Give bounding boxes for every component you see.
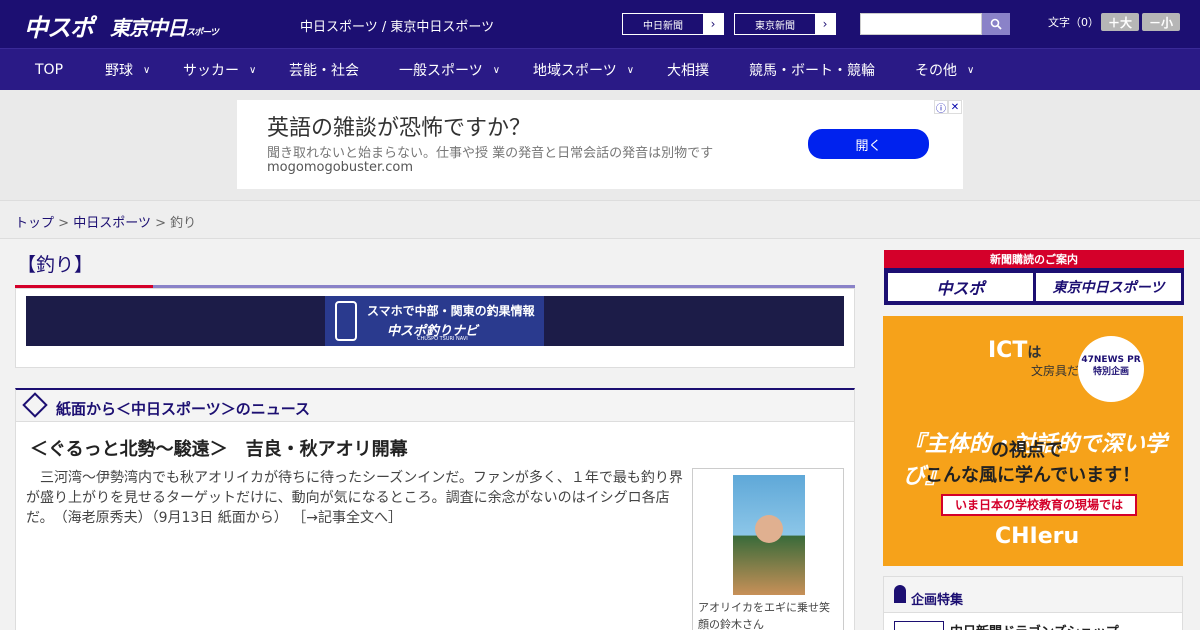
ad-choices[interactable]: ⓘ ✕ bbox=[934, 100, 962, 115]
nav-item-baseball[interactable]: 野球 ∨ bbox=[105, 49, 150, 91]
chevron-down-icon: ∨ bbox=[249, 64, 257, 76]
subscribe-chuspo-button[interactable]: 中スポ bbox=[888, 273, 1033, 301]
feature-thumbnail[interactable] bbox=[894, 621, 944, 630]
chevron-down-icon: ∨ bbox=[492, 64, 501, 76]
nav-item-entertainment[interactable]: 芸能・社会 bbox=[289, 49, 359, 91]
pr-ad-banner[interactable]: ICTは 文房具だ！ 47NEWS PR 特別企画 『主体的・対話的で深い学び』… bbox=[883, 316, 1183, 566]
font-size-increase-button[interactable]: ＋大 bbox=[1101, 13, 1139, 31]
person-figure bbox=[755, 515, 783, 543]
breadcrumb-chunichi-sports[interactable]: 中日スポーツ bbox=[73, 216, 151, 231]
ad-headline[interactable]: 英語の雑談が恐怖ですか？ bbox=[267, 110, 531, 142]
font-size-decrease-button[interactable]: －小 bbox=[1142, 13, 1180, 31]
info-icon[interactable]: ⓘ bbox=[934, 100, 948, 115]
search-icon bbox=[990, 18, 1002, 30]
ribbon-icon bbox=[894, 585, 906, 603]
nav-item-other[interactable]: その他 ∨ bbox=[915, 49, 974, 91]
banner-container: スマホで中部・関東の釣果情報 中スポ釣りナビ CHUSPO TSURI NAVI bbox=[15, 288, 855, 368]
search-input[interactable] bbox=[860, 13, 982, 35]
tokyo-shimbun-link[interactable]: 東京新聞 › bbox=[734, 13, 836, 35]
search-button[interactable] bbox=[982, 13, 1010, 35]
pr-ict-small: は bbox=[1027, 345, 1042, 361]
nav-item-general-sports[interactable]: 一般スポーツ ∨ bbox=[399, 49, 500, 91]
chevron-right-icon: › bbox=[703, 14, 723, 34]
breadcrumb-current: 釣り bbox=[170, 216, 197, 231]
nav-label: 地域スポーツ bbox=[533, 63, 617, 79]
tokyo-chunichi-logo[interactable]: 東京中日スポーツ bbox=[110, 12, 219, 41]
logo-tokyo-small: スポーツ bbox=[186, 28, 219, 38]
article-body: 三河湾～伊勢湾内でも秋アオリイカが待ちに待ったシーズンインだ。ファンが多く、１年… bbox=[26, 468, 686, 528]
feature-header: 企画特集 bbox=[884, 577, 1182, 613]
chevron-right-icon: › bbox=[815, 14, 835, 34]
chevron-down-icon: ∨ bbox=[967, 64, 975, 76]
pr-line2: の視点で bbox=[991, 440, 1063, 461]
feature-item-link[interactable]: 中日新聞ドラゴンズショップ bbox=[950, 621, 1119, 630]
news-section: 紙面から＜中日スポーツ＞のニュース ＜ぐるっと北勢～駿遠＞ 吉良・秋アオリ開幕 … bbox=[15, 388, 855, 630]
ad-domain: mogomogobuster.com bbox=[267, 160, 414, 175]
smartphone-icon bbox=[335, 301, 357, 341]
chunichi-shimbun-label: 中日新聞 bbox=[643, 20, 683, 32]
pr-line3: こんな風に学んでいます！ bbox=[925, 465, 1141, 486]
pr-brand: CHIeru bbox=[995, 524, 1080, 549]
site-title: 中日スポーツ / 東京中日スポーツ bbox=[300, 20, 495, 35]
nav-label: TOP bbox=[35, 62, 64, 78]
ad-area: 英語の雑談が恐怖ですか？ 聞き取れないと始まらない。仕事や授 業の発音と日常会話… bbox=[0, 90, 1200, 200]
article-photo-box: アオリイカをエギに乗せ笑顔の鈴木さん bbox=[692, 468, 844, 630]
article-photo[interactable] bbox=[733, 475, 805, 595]
chunichi-shimbun-link[interactable]: 中日新聞 › bbox=[622, 13, 724, 35]
tsuri-navi-banner[interactable]: スマホで中部・関東の釣果情報 中スポ釣りナビ CHUSPO TSURI NAVI bbox=[26, 296, 844, 346]
feature-title: 企画特集 bbox=[911, 593, 964, 608]
pr-ribbon: いま日本の学校教育の現場では bbox=[941, 494, 1137, 516]
nav-label: 芸能・社会 bbox=[289, 63, 359, 79]
nav-item-sumo[interactable]: 大相撲 bbox=[667, 49, 709, 91]
pr-ict-big: ICT bbox=[988, 338, 1028, 363]
nav-label: その他 bbox=[915, 63, 957, 79]
feature-box: 企画特集 中日新聞ドラゴンズショップ bbox=[883, 576, 1183, 630]
breadcrumb: トップ > 中日スポーツ > 釣り bbox=[15, 212, 196, 231]
nav-item-local-sports[interactable]: 地域スポーツ ∨ bbox=[533, 49, 634, 91]
read-more-link[interactable]: ［→記事全文へ］ bbox=[292, 510, 402, 526]
chevron-down-icon: ∨ bbox=[626, 64, 635, 76]
close-icon[interactable]: ✕ bbox=[948, 100, 962, 114]
chevron-down-icon: ∨ bbox=[143, 64, 151, 76]
nav-label: 競馬・ボート・競輪 bbox=[749, 63, 875, 79]
chuspo-logo[interactable]: 中スポ bbox=[24, 8, 94, 43]
breadcrumb-top[interactable]: トップ bbox=[15, 216, 54, 231]
pr-ict-text: ICTは bbox=[988, 338, 1041, 363]
newspaper-icon bbox=[22, 392, 48, 418]
breadcrumb-separator: > bbox=[58, 216, 70, 231]
tsuri-navi-banner-inner: スマホで中部・関東の釣果情報 中スポ釣りナビ CHUSPO TSURI NAVI bbox=[325, 296, 544, 346]
pr-badge: 47NEWS PR 特別企画 bbox=[1078, 336, 1144, 402]
subscription-title: 新聞購読のご案内 bbox=[990, 253, 1078, 266]
font-size-label: 文字（0） bbox=[1048, 16, 1099, 29]
subscribe-tokyo-chunichi-button[interactable]: 東京中日スポーツ bbox=[1036, 273, 1181, 301]
logo-tokyo-text: 東京中日 bbox=[110, 16, 187, 40]
nav-label: 野球 bbox=[105, 63, 133, 79]
article-title[interactable]: ＜ぐるっと北勢～駿遠＞ 吉良・秋アオリ開幕 bbox=[30, 435, 408, 461]
news-section-title: 紙面から＜中日スポーツ＞のニュース bbox=[56, 400, 310, 418]
subscription-box: 新聞購読のご案内 中スポ 東京中日スポーツ bbox=[884, 250, 1184, 305]
nav-item-soccer[interactable]: サッカー ∨ bbox=[183, 49, 256, 91]
main-nav: TOP 野球 ∨ サッカー ∨ 芸能・社会 一般スポーツ ∨ 地域スポーツ ∨ 大相撲 … bbox=[0, 48, 1200, 90]
nav-item-racing[interactable]: 競馬・ボート・競輪 bbox=[749, 49, 875, 91]
nav-item-top[interactable]: TOP bbox=[35, 49, 63, 91]
display-ad[interactable]: 英語の雑談が恐怖ですか？ 聞き取れないと始まらない。仕事や授 業の発音と日常会話… bbox=[237, 100, 963, 189]
ad-description: 聞き取れないと始まらない。仕事や授 業の発音と日常会話の発音は別物です bbox=[267, 146, 714, 161]
logo-text: 中スポ bbox=[24, 14, 94, 42]
photo-caption: アオリイカをエギに乗せ笑顔の鈴木さん bbox=[698, 601, 830, 630]
banner-line3: CHUSPO TSURI NAVI bbox=[417, 336, 468, 342]
ad-open-button[interactable]: 開く bbox=[808, 129, 929, 159]
nav-label: 一般スポーツ bbox=[399, 63, 483, 79]
page-title: 【釣り】 bbox=[17, 254, 94, 276]
banner-line1: スマホで中部・関東の釣果情報 bbox=[367, 304, 535, 318]
breadcrumb-bar: トップ > 中日スポーツ > 釣り bbox=[0, 200, 1200, 239]
tokyo-shimbun-label: 東京新聞 bbox=[755, 20, 795, 32]
nav-label: 大相撲 bbox=[667, 63, 709, 79]
news-section-header: 紙面から＜中日スポーツ＞のニュース bbox=[16, 390, 854, 422]
nav-label: サッカー bbox=[183, 63, 239, 79]
breadcrumb-separator: > bbox=[155, 216, 166, 231]
top-header: 中スポ 東京中日スポーツ 中日スポーツ / 東京中日スポーツ 中日新聞 › 東京… bbox=[0, 0, 1200, 48]
